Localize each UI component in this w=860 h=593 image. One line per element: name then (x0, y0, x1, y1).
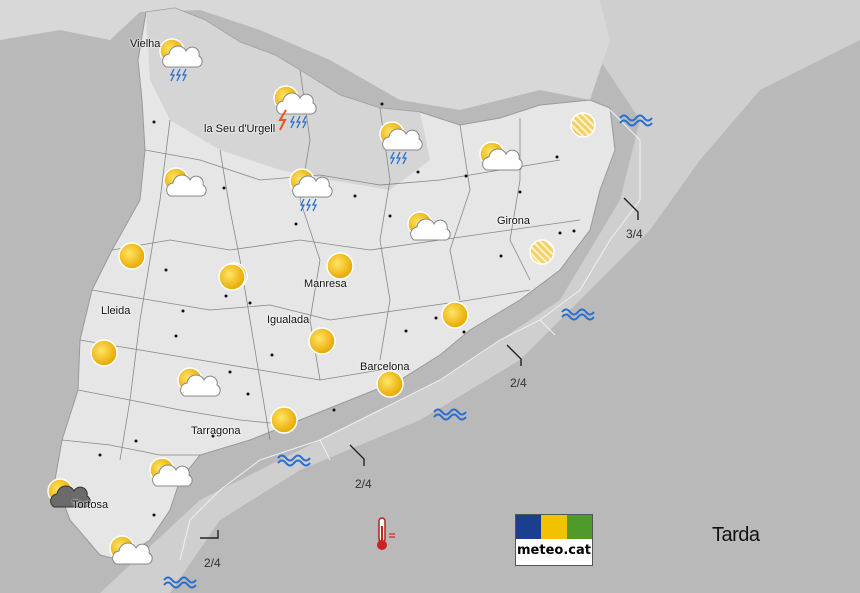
city-label-vielha: Vielha (130, 38, 161, 50)
city-label-tortosa: Tortosa (72, 499, 109, 511)
city-dot (499, 254, 503, 258)
sun-icon (376, 370, 404, 398)
sea-state-label: 3/4 (626, 227, 643, 241)
sun-icon (118, 242, 146, 270)
city-dot (558, 231, 562, 235)
city-dot (518, 190, 522, 194)
city-dot (164, 268, 168, 272)
haze-icon (529, 239, 555, 265)
city-dot (332, 408, 336, 412)
city-dot (294, 222, 298, 226)
city-label-manresa: Manresa (304, 278, 347, 290)
sea-state-label: 2/4 (204, 556, 221, 570)
logo-band-blue (516, 515, 541, 539)
city-dot (555, 155, 559, 159)
city-dot (174, 334, 178, 338)
city-dot (246, 392, 250, 396)
city-label-seu-urgell: la Seu d'Urgell (204, 123, 276, 135)
city-dot (224, 294, 228, 298)
meteocat-logo: meteo.cat (515, 514, 593, 566)
city-dot (464, 174, 468, 178)
sun-icon (441, 301, 469, 329)
city-label-lleida: Lleida (101, 305, 131, 317)
city-dot (152, 513, 156, 517)
sun-icon (308, 327, 336, 355)
city-dot (572, 229, 576, 233)
city-dot (416, 170, 420, 174)
city-dot (270, 353, 274, 357)
sea-state-label: 2/4 (510, 376, 527, 390)
sea-state-label: 2/4 (355, 477, 372, 491)
logo-band-yellow (541, 515, 567, 539)
city-dot (134, 439, 138, 443)
sun-icon (326, 252, 354, 280)
city-dot (152, 120, 156, 124)
city-dot (388, 214, 392, 218)
city-dot (380, 102, 384, 106)
city-label-igualada: Igualada (267, 314, 310, 326)
sun-icon (270, 406, 298, 434)
city-dot (434, 316, 438, 320)
city-dot (98, 453, 102, 457)
sun-icon (90, 339, 118, 367)
city-dot (228, 370, 232, 374)
city-dot (181, 309, 185, 313)
city-dot (404, 329, 408, 333)
thermometer-icon (377, 517, 395, 550)
logo-band-green (567, 515, 592, 539)
city-dot (462, 330, 466, 334)
city-dot (353, 194, 357, 198)
sun-icon (218, 263, 246, 291)
weather-map (0, 0, 860, 593)
period-label: Tarda (712, 524, 760, 546)
city-dot (222, 186, 226, 190)
logo-text: meteo.cat (517, 543, 591, 558)
haze-icon (570, 112, 596, 138)
city-label-barcelona: Barcelona (360, 361, 410, 373)
city-label-tarragona: Tarragona (191, 425, 241, 437)
city-label-girona: Girona (497, 215, 531, 227)
city-dot (248, 301, 252, 305)
